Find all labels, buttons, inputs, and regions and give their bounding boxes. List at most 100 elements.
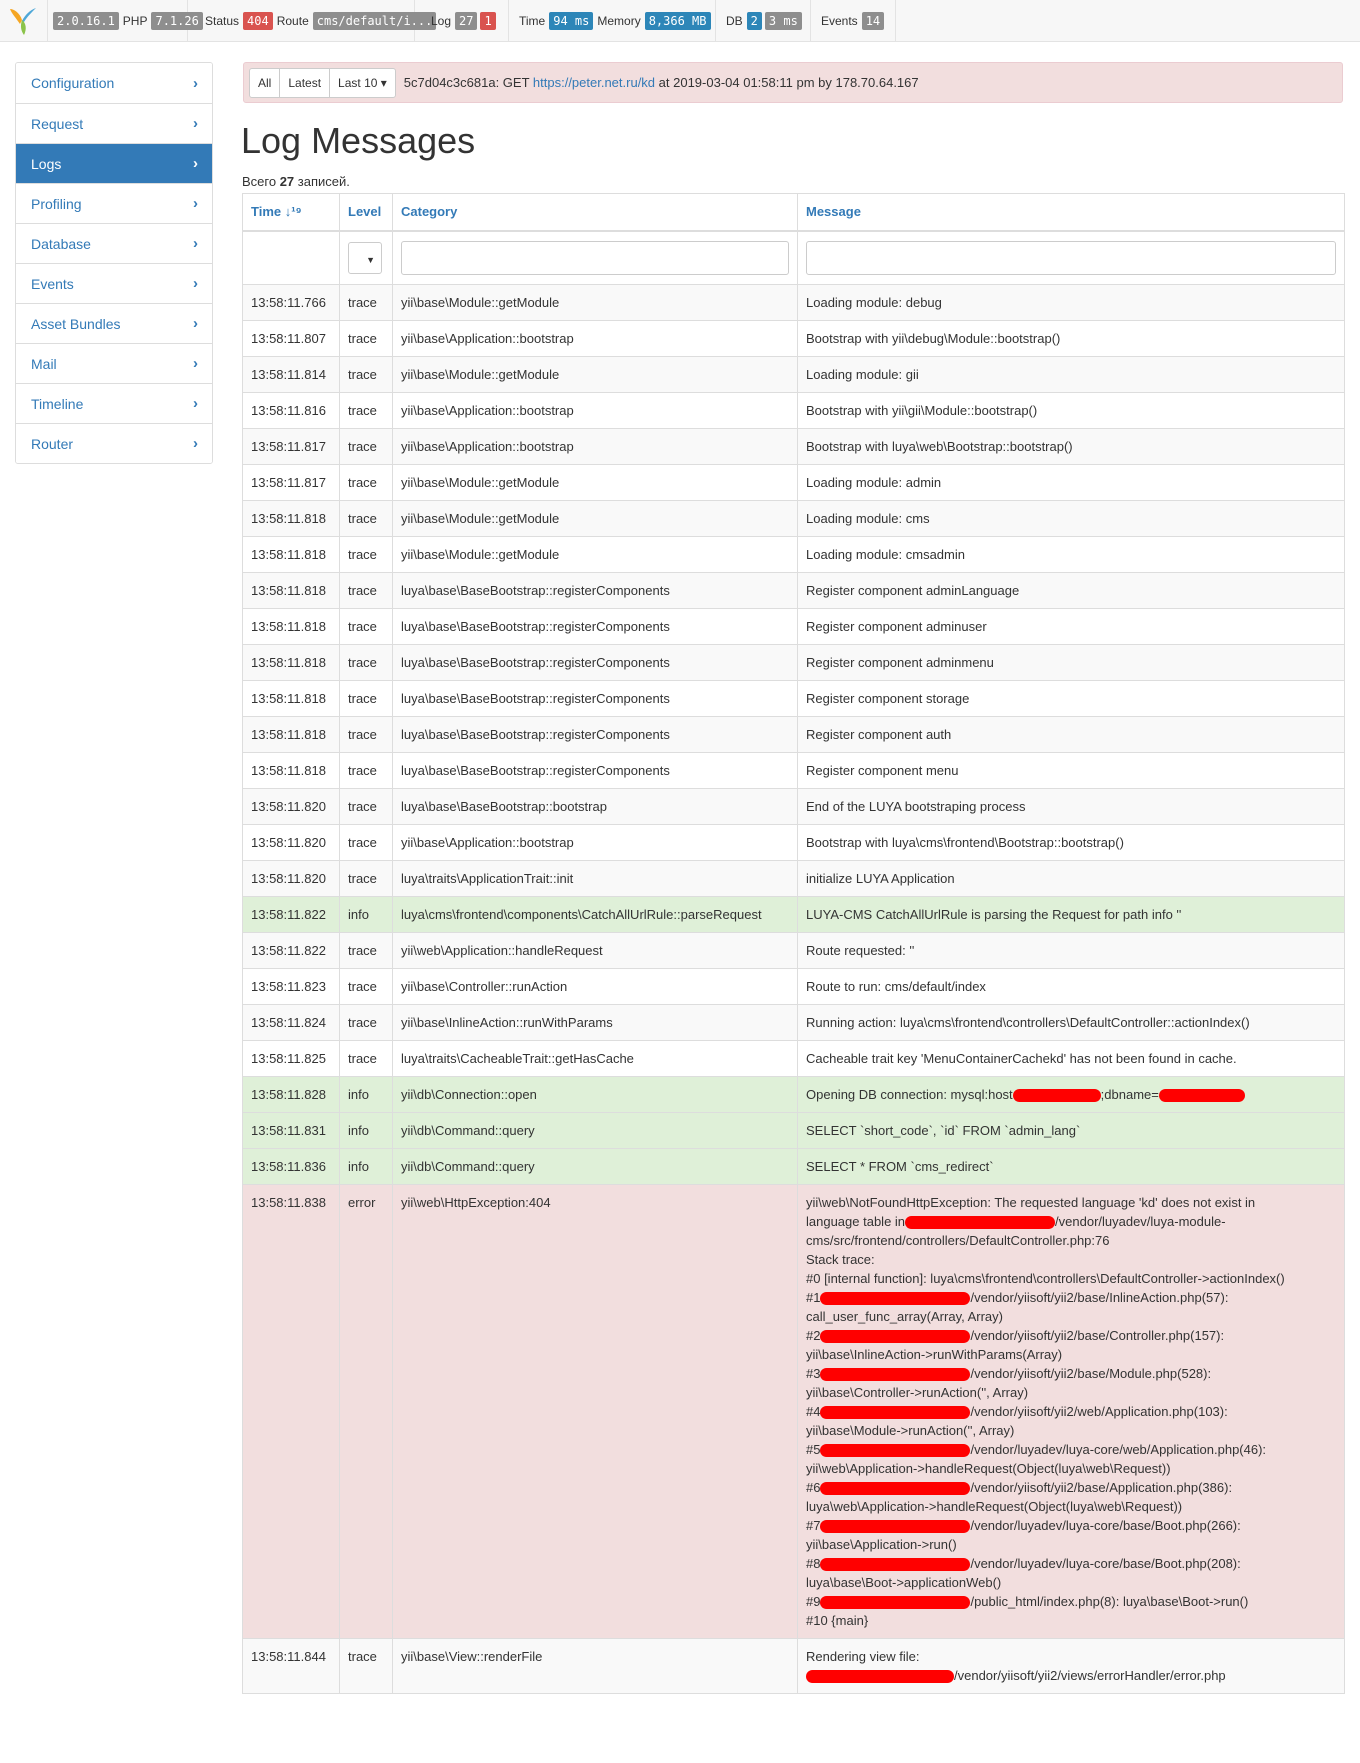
sidebar-item-label: Configuration	[31, 75, 115, 91]
stack-trace-line: #2/vendor/yiisoft/yii2/base/Controller.p…	[806, 1326, 1336, 1345]
sidebar-item-configuration[interactable]: Configuration ›	[16, 63, 212, 103]
cell-time: 13:58:11.820	[242, 788, 340, 825]
sidebar-item-asset-bundles[interactable]: Asset Bundles ›	[16, 303, 212, 343]
cell-time: 13:58:11.823	[242, 968, 340, 1005]
cell-message: Register component adminuser	[797, 608, 1345, 645]
sidebar-item-profiling[interactable]: Profiling ›	[16, 183, 212, 223]
toolbar-status-route[interactable]: Status 404 Route cms/default/i...	[199, 0, 437, 41]
column-header-time[interactable]: Time ↓¹⁹	[242, 193, 340, 232]
sidebar-item-mail[interactable]: Mail ›	[16, 343, 212, 383]
message-filter-input[interactable]	[806, 241, 1336, 275]
cell-level: trace	[339, 356, 393, 393]
message-text: Bootstrap with luya\web\Bootstrap::boots…	[806, 439, 1073, 454]
table-row: 13:58:11.824 trace yii\base\InlineAction::…	[242, 1004, 1345, 1041]
sidebar-item-timeline[interactable]: Timeline ›	[16, 383, 212, 423]
message-text: Register component menu	[806, 763, 959, 778]
yii-logo[interactable]	[0, 0, 48, 41]
all-button[interactable]: All	[249, 67, 281, 98]
cell-level: trace	[339, 500, 393, 537]
toolbar-time-memory[interactable]: Time 94 ms Memory 8,366 MB	[509, 0, 716, 41]
cell-message: Route to run: cms/default/index	[797, 968, 1345, 1005]
cell-category: yii\db\Connection::open	[392, 1076, 798, 1113]
cell-time: 13:58:11.836	[242, 1148, 340, 1185]
toolbar-events[interactable]: Events 14	[811, 0, 896, 41]
message-text: End of the LUYA bootstraping process	[806, 799, 1026, 814]
toolbar-version[interactable]: 2.0.16.1 PHP 7.1.26	[47, 0, 203, 41]
table-row-error: 13:58:11.838 error yii\web\HttpException:4…	[242, 1184, 1345, 1639]
cell-category: yii\base\Module::getModule	[392, 536, 798, 573]
chevron-right-icon: ›	[193, 435, 198, 452]
stack-trace-line: Stack trace:	[806, 1250, 1336, 1269]
request-summary: All Latest Last 10 ▾ 5c7d04c3c681a: GET …	[243, 62, 1343, 103]
cell-level: trace	[339, 1040, 393, 1077]
caret-down-icon: ▼	[366, 255, 375, 265]
chevron-right-icon: ›	[193, 275, 198, 292]
cell-time: 13:58:11.822	[242, 932, 340, 969]
cell-time: 13:58:11.818	[242, 752, 340, 789]
cell-category: yii\base\Module::getModule	[392, 356, 798, 393]
cell-message: Loading module: admin	[797, 464, 1345, 501]
sidebar-item-request[interactable]: Request ›	[16, 103, 212, 143]
stack-trace-path: /vendor/luyadev/luya-module-	[1055, 1214, 1226, 1229]
table-row: 13:58:11.818 trace luya\base\BaseBootstrap…	[242, 716, 1345, 753]
message-text: Running action: luya\cms\frontend\contro…	[806, 1015, 1250, 1030]
sidebar-item-router[interactable]: Router ›	[16, 423, 212, 463]
cell-message: SELECT `short_code`, `id` FROM `admin_la…	[797, 1112, 1345, 1149]
cell-time: 13:58:11.818	[242, 644, 340, 681]
log-error-badge: 1	[480, 11, 496, 30]
cell-category: yii\base\Application::bootstrap	[392, 428, 798, 465]
stack-trace-text: Stack trace:	[806, 1252, 875, 1267]
message-text: Route to run: cms/default/index	[806, 979, 986, 994]
cell-category: yii\db\Command::query	[392, 1112, 798, 1149]
sidebar-item-database[interactable]: Database ›	[16, 223, 212, 263]
request-filter-buttons: All Latest Last 10 ▾	[249, 67, 396, 98]
stack-trace-line: #5/vendor/luyadev/luya-core/web/Applicat…	[806, 1440, 1336, 1459]
cell-category: yii\db\Command::query	[392, 1148, 798, 1185]
latest-button[interactable]: Latest	[279, 67, 331, 98]
cell-level: trace	[339, 644, 393, 681]
sidebar-item-label: Request	[31, 115, 84, 132]
cell-category: yii\web\HttpException:404	[392, 1184, 798, 1639]
db-time-badge: 3 ms	[764, 11, 802, 30]
stack-trace-path: /vendor/yiisoft/yii2/base/Controller.php…	[970, 1328, 1225, 1343]
cell-category: luya\base\BaseBootstrap::registerCompone…	[392, 644, 798, 681]
sidebar-item-label: Events	[31, 275, 74, 292]
table-row: 13:58:11.817 trace yii\base\Module::getMod…	[242, 464, 1345, 501]
cell-message: yii\web\NotFoundHttpException: The reque…	[797, 1184, 1345, 1639]
level-filter-select[interactable]: ▼	[348, 242, 382, 274]
stack-trace-path: /vendor/yiisoft/yii2/base/Module.php(528…	[970, 1366, 1212, 1381]
redaction-mark	[820, 1368, 971, 1382]
cell-time: 13:58:11.828	[242, 1076, 340, 1113]
stack-trace-text: #5	[806, 1442, 821, 1457]
cell-time: 13:58:11.825	[242, 1040, 340, 1077]
php-version-badge: 7.1.26	[151, 11, 203, 30]
request-url-link[interactable]: https://peter.net.ru/kd	[533, 75, 655, 90]
table-row: 13:58:11.828 info yii\db\Connection::open O…	[242, 1076, 1345, 1113]
cell-message: Bootstrap with luya\web\Bootstrap::boots…	[797, 428, 1345, 465]
stack-trace-path: /vendor/luyadev/luya-core/base/Boot.php(…	[970, 1556, 1241, 1571]
sidebar-item-label: Database	[31, 235, 91, 252]
category-filter-input[interactable]	[401, 241, 789, 275]
message-text: Loading module: cms	[806, 511, 930, 526]
message-text: initialize LUYA Application	[806, 871, 955, 886]
redaction-mark	[820, 1482, 971, 1496]
column-header-level[interactable]: Level	[339, 193, 393, 232]
cell-message: Bootstrap with yii\debug\Module::bootstr…	[797, 320, 1345, 357]
toolbar-log[interactable]: Log 27 1	[425, 0, 509, 41]
column-header-category[interactable]: Category	[392, 193, 798, 232]
sidebar-item-logs[interactable]: Logs ›	[16, 143, 212, 183]
redaction-mark	[820, 1292, 971, 1306]
last-10-dropdown[interactable]: Last 10 ▾	[329, 67, 396, 98]
cell-message: Register component adminmenu	[797, 644, 1345, 681]
stack-trace-text: luya\base\Boot->applicationWeb()	[806, 1575, 1002, 1590]
stack-trace-text: yii\base\Controller->runAction('', Array…	[806, 1385, 1029, 1400]
message-text: Opening DB connection: mysql:host	[806, 1087, 1013, 1102]
filter-cell-category	[392, 230, 798, 285]
filter-row: ▼	[242, 230, 1345, 285]
sidebar-item-events[interactable]: Events ›	[16, 263, 212, 303]
column-header-message[interactable]: Message	[797, 193, 1345, 232]
cell-message: Register component storage	[797, 680, 1345, 717]
cell-category: yii\base\Module::getModule	[392, 464, 798, 501]
table-row: 13:58:11.822 trace yii\web\Application::ha…	[242, 932, 1345, 969]
toolbar-db[interactable]: DB 2 3 ms	[716, 0, 811, 41]
